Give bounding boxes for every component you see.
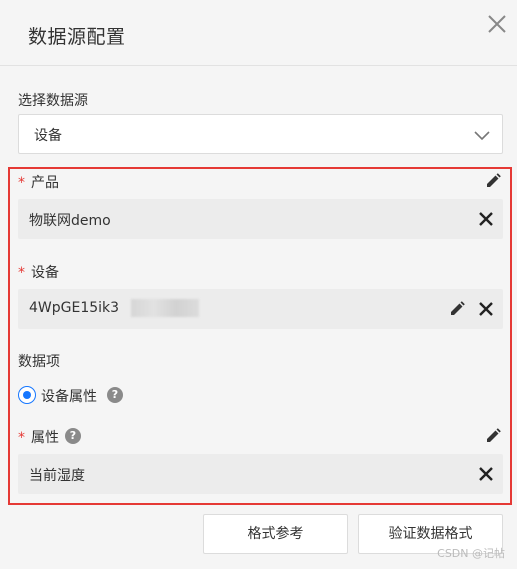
datasource-selected-value: 设备	[34, 128, 62, 144]
product-value: 物联网demo	[29, 213, 111, 229]
attribute-value: 当前湿度	[29, 468, 85, 484]
required-mark: *	[18, 430, 25, 446]
datasource-label: 选择数据源	[18, 93, 88, 109]
data-items-label: 数据项	[18, 354, 60, 370]
device-attribute-option-label: 设备属性	[41, 389, 97, 405]
datasource-select[interactable]: 设备	[18, 114, 503, 154]
dialog-header: 数据源配置	[0, 0, 517, 66]
device-clear-x-icon[interactable]	[478, 301, 494, 317]
attribute-label: 属性	[31, 430, 59, 446]
watermark: CSDN @记帖	[437, 547, 505, 560]
question-icon[interactable]: ?	[65, 428, 81, 444]
format-reference-button[interactable]: 格式参考	[203, 514, 348, 554]
product-label-row: * 产品	[18, 172, 59, 192]
required-mark: *	[18, 175, 25, 191]
device-edit-pencil-icon[interactable]	[449, 301, 465, 317]
close-icon[interactable]	[485, 12, 509, 36]
dialog-title: 数据源配置	[28, 26, 126, 48]
product-field[interactable]: 物联网demo	[18, 199, 503, 239]
attribute-clear-x-icon[interactable]	[478, 466, 494, 482]
product-edit-pencil-icon[interactable]	[485, 173, 501, 189]
attribute-edit-pencil-icon[interactable]	[485, 428, 501, 444]
attribute-field[interactable]: 当前湿度	[18, 454, 503, 494]
redacted-area	[131, 299, 199, 317]
question-icon[interactable]: ?	[107, 387, 123, 403]
datasource-config-dialog: 数据源配置 选择数据源 设备 * 产品 物联网demo * 设备 4WpGE15…	[0, 0, 517, 569]
device-label: 设备	[31, 265, 59, 281]
product-clear-x-icon[interactable]	[478, 211, 494, 227]
product-label: 产品	[31, 175, 59, 191]
required-mark: *	[18, 265, 25, 281]
device-value: 4WpGE15ik3	[29, 300, 120, 316]
device-attribute-radio[interactable]	[18, 386, 36, 404]
device-label-row: * 设备	[18, 262, 59, 282]
device-field[interactable]: 4WpGE15ik3	[18, 289, 503, 329]
attribute-label-row: * 属性	[18, 427, 59, 447]
chevron-down-icon	[474, 127, 490, 143]
